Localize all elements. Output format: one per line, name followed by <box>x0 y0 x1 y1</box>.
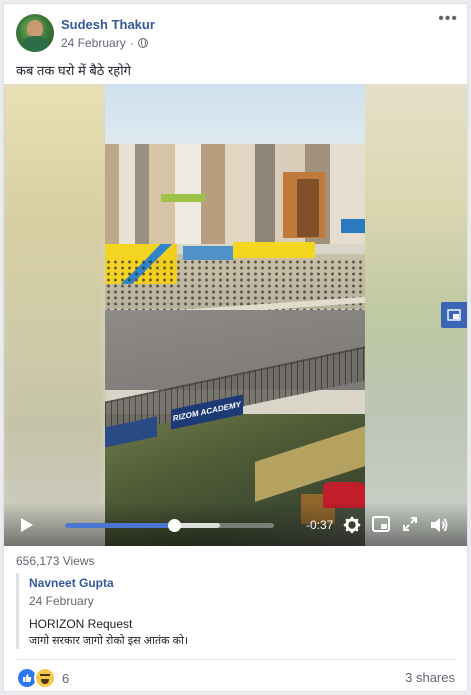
video-frame[interactable]: RIZOM ACADEMY <box>105 84 365 546</box>
play-icon[interactable] <box>21 518 33 532</box>
meta-separator: · <box>129 36 134 50</box>
divider <box>16 659 456 660</box>
post-card: Sudesh Thakur 24 February · ••• कब तक घर… <box>3 3 468 692</box>
post-meta: 24 February · <box>61 36 148 50</box>
scrubber-knob[interactable] <box>167 519 181 532</box>
video-player[interactable]: RIZOM ACADEMY -0:37 <box>4 84 467 546</box>
shared-text-line-1: HORIZON Request <box>29 617 133 631</box>
picture-in-picture-icon[interactable] <box>371 516 391 534</box>
globe-icon[interactable] <box>137 38 148 48</box>
reaction-count[interactable]: 6 <box>62 671 69 686</box>
time-remaining: -0:37 <box>306 518 334 532</box>
progress-track[interactable] <box>65 519 274 532</box>
more-options-icon[interactable]: ••• <box>438 10 458 28</box>
post-date[interactable]: 24 February <box>61 36 126 50</box>
author-name[interactable]: Sudesh Thakur <box>61 17 155 32</box>
shared-author[interactable]: Navneet Gupta <box>29 576 114 590</box>
shared-text-line-2: जागो सरकार जागो रोको इस आतंक को। <box>29 635 189 647</box>
shares-count[interactable]: 3 shares <box>405 670 455 685</box>
post-caption: कब तक घरो में बैठे रहोगे <box>16 63 131 78</box>
view-count: 656,173 Views <box>16 554 95 568</box>
haha-reaction-icon <box>34 667 56 689</box>
volume-icon[interactable] <box>429 516 449 534</box>
played-bar <box>65 523 174 528</box>
settings-gear-icon[interactable] <box>342 516 362 534</box>
shared-date[interactable]: 24 February <box>29 594 94 608</box>
reactions-summary[interactable]: 6 <box>16 667 69 689</box>
popout-icon[interactable] <box>441 302 467 328</box>
shared-attachment[interactable]: Navneet Gupta 24 February HORIZON Reques… <box>16 573 459 649</box>
fullscreen-icon[interactable] <box>400 516 420 534</box>
video-blur-left <box>4 84 105 546</box>
author-avatar[interactable] <box>16 14 54 52</box>
